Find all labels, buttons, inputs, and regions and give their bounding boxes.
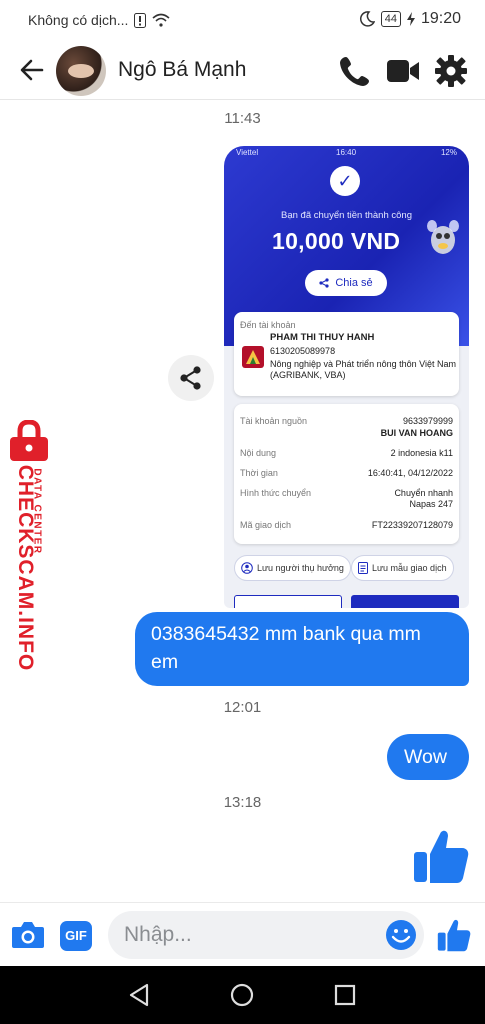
recipient-account: 6130205089978 xyxy=(270,346,336,356)
detail-key: Nội dung xyxy=(240,448,277,458)
timestamp: 12:01 xyxy=(223,699,262,716)
timestamp: 11:43 xyxy=(224,110,261,127)
detail-key: Hình thức chuyển xyxy=(240,488,312,498)
charging-icon xyxy=(406,12,415,26)
detail-value: Chuyển nhanh Napas 247 xyxy=(394,488,453,509)
moon-icon xyxy=(359,11,375,27)
recipient-name: PHAM THI THUY HANH xyxy=(270,332,375,343)
transaction-details-card: Tài khoản nguồn 9633979999 BUI VAN HOANG… xyxy=(234,404,459,544)
receipt-time: 16:40 xyxy=(336,148,357,157)
message-input[interactable] xyxy=(108,911,424,959)
battery-indicator: 44 xyxy=(380,11,401,27)
detail-value: 9633979999 xyxy=(402,416,453,426)
sim-alert-icon xyxy=(134,12,147,28)
detail-key: Mã giao dịch xyxy=(240,520,292,530)
emoji-icon[interactable] xyxy=(385,919,417,951)
detail-value-bold: BUI VAN HOANG xyxy=(380,428,453,438)
detail-value: FT22339207128079 xyxy=(371,520,453,530)
nav-home-icon[interactable] xyxy=(229,982,255,1008)
document-icon xyxy=(358,562,368,574)
receipt-carrier: Viettel xyxy=(236,148,259,157)
agribank-logo-icon xyxy=(242,346,264,368)
video-call-icon[interactable] xyxy=(386,54,420,88)
camera-icon[interactable] xyxy=(10,917,46,953)
recipient-card: Đến tài khoản PHAM THI THUY HANH 6130205… xyxy=(234,312,459,396)
detail-key: Tài khoản nguồn xyxy=(240,416,308,426)
chat-header: Ngô Bá Mạnh xyxy=(0,40,485,100)
transfer-amount: 10,000 VND xyxy=(272,228,401,254)
receipt-battery: 12% xyxy=(440,148,457,157)
network-status-text: Không có dịch... xyxy=(28,12,129,28)
save-recipient-label: Lưu người thụ hưởng xyxy=(257,563,344,573)
share-icon xyxy=(319,278,329,288)
system-navigation-bar xyxy=(0,966,485,1024)
message-bubble-outgoing[interactable]: 0383645432 mm bank qua mm em xyxy=(135,612,469,686)
user-icon xyxy=(241,562,253,574)
watermark-title: CHECKSCAM.INFO xyxy=(14,464,37,672)
contact-name[interactable]: Ngô Bá Mạnh xyxy=(118,58,246,82)
save-template-pill: Lưu mẫu giao dịch xyxy=(351,555,454,581)
checkscam-watermark: DATA CENTER CHECKSCAM.INFO xyxy=(2,420,52,671)
nav-recents-icon[interactable] xyxy=(332,982,358,1008)
forward-share-button[interactable] xyxy=(168,355,214,401)
timestamp: 13:18 xyxy=(223,794,262,811)
clock: 19:20 xyxy=(420,10,461,27)
save-template-label: Lưu mẫu giao dịch xyxy=(372,563,447,573)
gif-button[interactable]: GIF xyxy=(60,921,92,951)
thumbs-up-sticker-icon[interactable] xyxy=(412,826,470,886)
phone-call-icon[interactable] xyxy=(338,54,372,88)
success-check-icon: ✓ xyxy=(330,166,360,196)
detail-value: 2 indonesia k11 xyxy=(390,448,453,458)
detail-key: Thời gian xyxy=(240,468,278,478)
bee-mascot-icon xyxy=(427,220,459,254)
avatar[interactable] xyxy=(56,46,106,96)
back-arrow-icon[interactable] xyxy=(16,54,48,86)
shared-image-message[interactable]: Viettel 16:40 12% ✓ Bạn đã chuyển tiền t… xyxy=(224,146,469,608)
receipt-secondary-button xyxy=(234,595,342,608)
receipt-share-pill: Chia sẻ xyxy=(305,270,387,296)
nav-back-icon[interactable] xyxy=(127,982,153,1008)
like-thumbs-up-icon[interactable] xyxy=(436,917,472,953)
message-composer: GIF xyxy=(0,902,485,966)
save-recipient-pill: Lưu người thụ hưởng xyxy=(234,555,351,581)
receipt-primary-button xyxy=(351,595,459,608)
receipt-share-label: Chia sẻ xyxy=(335,277,373,289)
detail-value: 16:40:41, 04/12/2022 xyxy=(367,468,453,478)
wifi-icon xyxy=(152,13,170,27)
status-bar: Không có dịch... 44 19:20 xyxy=(0,0,485,40)
receipt-status-bar: Viettel 16:40 12% xyxy=(224,146,469,160)
to-account-label: Đến tài khoản xyxy=(240,320,296,330)
message-bubble-outgoing[interactable]: Wow xyxy=(387,734,469,780)
recipient-bank: Nông nghiệp và Phát triển nông thôn Việt… xyxy=(270,359,456,380)
share-icon xyxy=(180,366,201,390)
settings-gear-icon[interactable] xyxy=(434,54,468,88)
